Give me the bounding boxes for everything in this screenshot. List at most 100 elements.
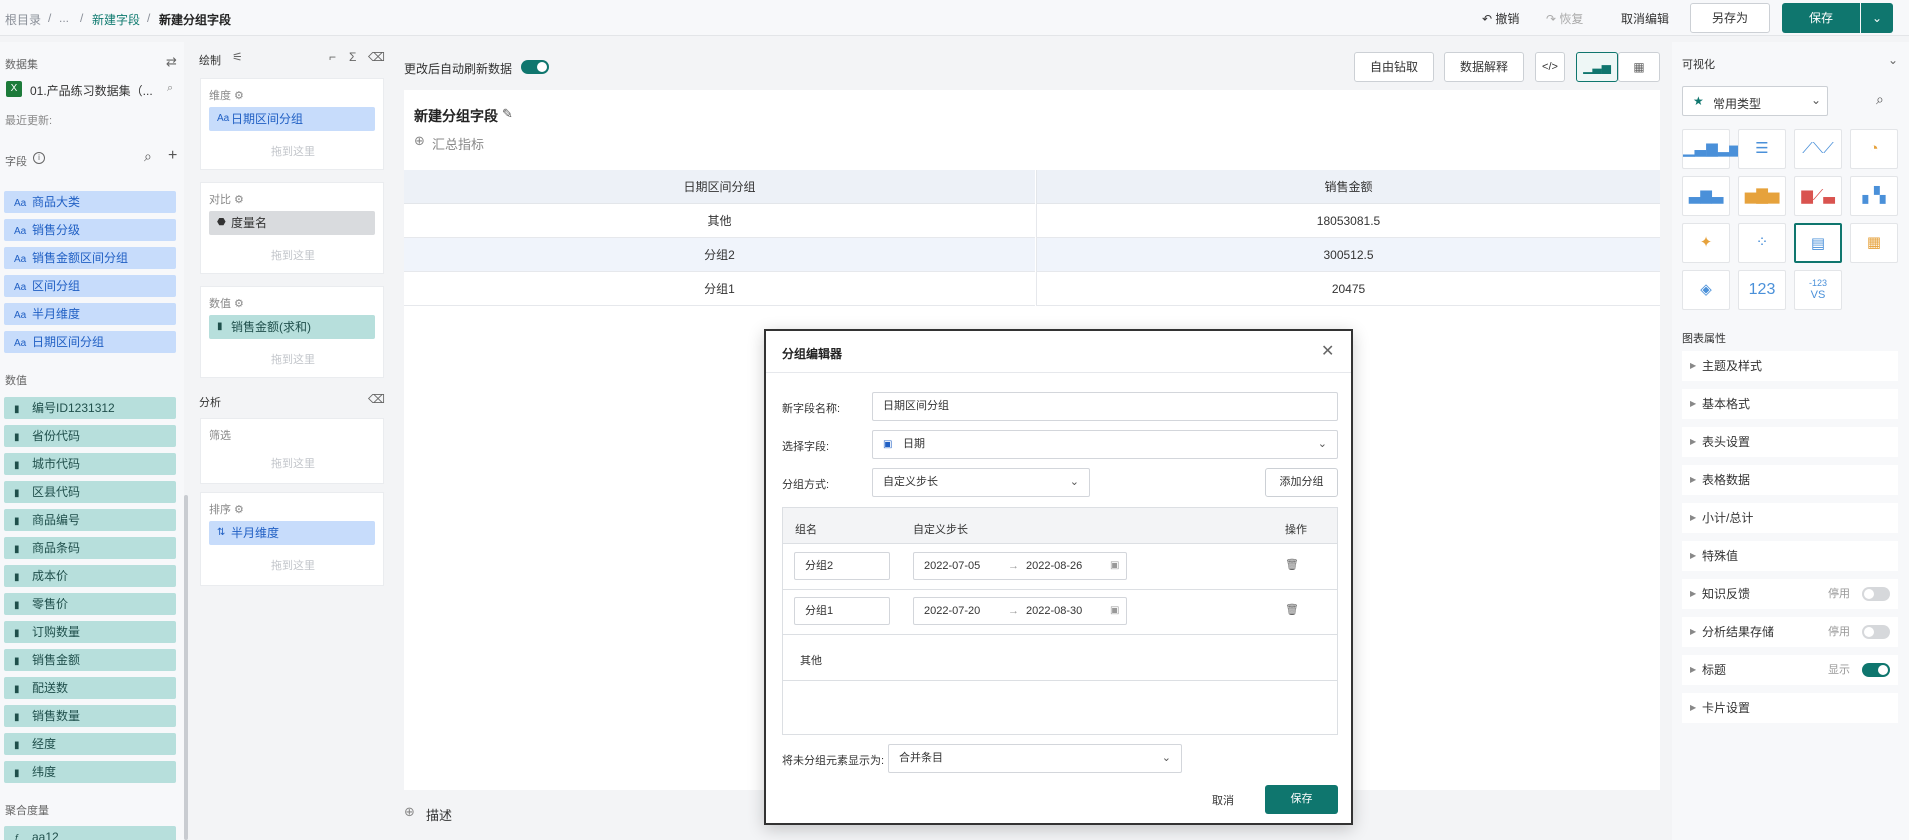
combo-chart-icon[interactable]: ▆⟋▃ xyxy=(1794,176,1842,216)
search-icon[interactable]: ⌕ xyxy=(1876,91,1884,108)
breadcrumb-parent[interactable]: 新建字段 xyxy=(92,11,140,28)
add-circle-icon[interactable]: ⊕ xyxy=(414,133,425,149)
date-range-input[interactable]: 2022-07-05 → 2022-08-26 ▣ xyxy=(913,552,1127,580)
property-row[interactable]: ▶ 小计/总计 xyxy=(1682,503,1898,533)
field-item[interactable]: ƒ aa12 xyxy=(4,826,176,840)
property-row[interactable]: ▶ 表格数据 xyxy=(1682,465,1898,495)
drop-zone[interactable]: 拖到这里 xyxy=(201,455,385,471)
drop-zone[interactable]: 拖到这里 xyxy=(201,247,385,263)
field-item[interactable]: ▮ 商品编号 xyxy=(4,509,176,531)
dimension-shelf[interactable]: 维度 ⚙ Aa 日期区间分组 拖到这里 xyxy=(200,78,384,170)
auto-refresh-toggle[interactable] xyxy=(521,60,549,74)
property-toggle[interactable] xyxy=(1862,587,1890,601)
table-cell[interactable]: 300512.5 xyxy=(1036,238,1660,272)
field-item[interactable]: ▮ 销售金额 xyxy=(4,649,176,671)
field-item[interactable]: ▮ 订购数量 xyxy=(4,621,176,643)
field-item[interactable]: Aa 商品大类 xyxy=(4,191,176,213)
field-item[interactable]: Aa 区间分组 xyxy=(4,275,176,297)
compare-pill[interactable]: ⬣ 度量名 xyxy=(209,211,375,235)
dialog-save-button[interactable]: 保存 xyxy=(1265,785,1338,814)
describe-link[interactable]: 描述 xyxy=(426,805,452,824)
drop-zone[interactable]: 拖到这里 xyxy=(201,143,385,159)
field-item[interactable]: ▮ 省份代码 xyxy=(4,425,176,447)
save-button[interactable]: 保存 xyxy=(1782,3,1860,33)
property-row[interactable]: ▶ 卡片设置 xyxy=(1682,693,1898,723)
add-group-button[interactable]: 添加分组 xyxy=(1265,468,1338,497)
undo-button[interactable]: ↶ 撤销 xyxy=(1482,6,1519,32)
close-icon[interactable]: ✕ xyxy=(1321,341,1334,361)
property-row[interactable]: ▶ 标题 显示 xyxy=(1682,655,1898,685)
property-toggle[interactable] xyxy=(1862,625,1890,639)
table-view-icon[interactable]: ▦ xyxy=(1618,52,1660,82)
settings-sliders-icon[interactable]: ⚟ xyxy=(232,50,243,64)
corner-icon[interactable]: ⌐ xyxy=(329,50,336,64)
switch-dataset-icon[interactable]: ⇄ xyxy=(166,54,177,70)
table-cell[interactable]: 其他 xyxy=(404,204,1035,238)
code-icon[interactable]: </> xyxy=(1535,52,1565,82)
table-header-cell[interactable]: 销售金额 xyxy=(1036,170,1660,204)
filter-shelf[interactable]: 筛选 拖到这里 xyxy=(200,418,384,484)
select-field-dropdown[interactable]: ▣ 日期 ⌄ xyxy=(872,430,1338,459)
property-row[interactable]: ▶ 表头设置 xyxy=(1682,427,1898,457)
chart-type-select[interactable]: ★ 常用类型 ⌄ xyxy=(1682,86,1828,116)
date-range-input[interactable]: 2022-07-20 → 2022-08-30 ▣ xyxy=(913,597,1127,625)
sort-pill[interactable]: ⇅ 半月维度 xyxy=(209,521,375,545)
sort-shelf[interactable]: 排序 ⚙ ⇅ 半月维度 拖到这里 xyxy=(200,492,384,586)
field-item[interactable]: Aa 销售金额区间分组 xyxy=(4,247,176,269)
map-icon[interactable]: ◈ xyxy=(1682,270,1730,310)
chevron-down-icon[interactable]: ⌄ xyxy=(1888,53,1898,67)
property-row[interactable]: ▶ 基本格式 xyxy=(1682,389,1898,419)
save-dropdown-button[interactable]: ⌄ xyxy=(1861,3,1893,33)
breadcrumb-ellipsis[interactable]: ... xyxy=(59,11,69,25)
compare-shelf[interactable]: 对比 ⚙ ⬣ 度量名 拖到这里 xyxy=(200,182,384,274)
drop-zone[interactable]: 拖到这里 xyxy=(201,557,385,573)
save-as-button[interactable]: 另存为 xyxy=(1690,3,1770,33)
field-item[interactable]: ▮ 纬度 xyxy=(4,761,176,783)
ungrouped-dropdown[interactable]: 合并条目 ⌄ xyxy=(888,744,1182,773)
sigma-icon[interactable]: Σ xyxy=(349,50,356,64)
data-explain-button[interactable]: 数据解释 xyxy=(1444,52,1524,82)
table-cell[interactable]: 20475 xyxy=(1036,272,1660,306)
field-name-input[interactable]: 日期区间分组 xyxy=(872,392,1338,421)
add-circle-icon[interactable]: ⊕ xyxy=(404,804,415,820)
comparison-card-icon[interactable]: -123 VS xyxy=(1794,270,1842,310)
info-icon[interactable]: i xyxy=(33,152,45,164)
cancel-edit-button[interactable]: 取消编辑 xyxy=(1621,6,1669,32)
sidebar-scrollbar[interactable] xyxy=(184,495,188,840)
field-item[interactable]: ▮ 区县代码 xyxy=(4,481,176,503)
drop-zone[interactable]: 拖到这里 xyxy=(201,351,385,367)
redo-button[interactable]: ↷ 恢复 xyxy=(1546,6,1583,32)
number-card-icon[interactable]: 123 xyxy=(1738,270,1786,310)
pivot-table-icon[interactable]: ▦ xyxy=(1850,223,1898,263)
field-item[interactable]: ▮ 零售价 xyxy=(4,593,176,615)
dataset-name[interactable]: 01.产品练习数据集（... xyxy=(30,82,153,99)
trash-icon[interactable]: 🗑 xyxy=(1285,558,1299,571)
property-row[interactable]: ▶ 主题及样式 xyxy=(1682,351,1898,381)
table-header-cell[interactable]: 日期区间分组 xyxy=(404,170,1035,204)
search-icon[interactable]: ⌕ xyxy=(144,148,152,165)
horizontal-bar-icon[interactable]: ☰ xyxy=(1738,129,1786,169)
waterfall-icon[interactable]: ▗▝▖ xyxy=(1850,176,1898,216)
field-item[interactable]: ▮ 经度 xyxy=(4,733,176,755)
breadcrumb-root[interactable]: 根目录 xyxy=(5,11,41,28)
pie-chart-icon[interactable]: ◔ xyxy=(1850,129,1898,169)
table-cell[interactable]: 分组2 xyxy=(404,238,1035,272)
field-item[interactable]: ▮ 销售数量 xyxy=(4,705,176,727)
trash-icon[interactable]: 🗑 xyxy=(1285,603,1299,616)
eraser-icon[interactable]: ⌫ xyxy=(368,392,385,406)
scatter-icon[interactable]: ⁘ xyxy=(1738,223,1786,263)
field-item[interactable]: ▮ 城市代码 xyxy=(4,453,176,475)
property-row[interactable]: ▶ 特殊值 xyxy=(1682,541,1898,571)
field-item[interactable]: ▮ 成本价 xyxy=(4,565,176,587)
dialog-cancel-button[interactable]: 取消 xyxy=(1212,792,1234,808)
property-toggle[interactable] xyxy=(1862,663,1890,677)
dataset-search-icon[interactable]: ⌕ xyxy=(167,82,173,95)
edit-icon[interactable]: ✎ xyxy=(502,106,513,122)
table-cell[interactable]: 18053081.5 xyxy=(1036,204,1660,238)
group-name-input[interactable]: 分组2 xyxy=(794,552,890,580)
bar-chart-icon[interactable]: ▁▃▆▂▅ xyxy=(1682,129,1741,169)
dimension-pill[interactable]: Aa 日期区间分组 xyxy=(209,107,375,131)
field-item[interactable]: Aa 日期区间分组 xyxy=(4,331,176,353)
values-pill[interactable]: ▮ 销售金额(求和) xyxy=(209,315,375,339)
property-row[interactable]: ▶ 分析结果存储 停用 xyxy=(1682,617,1898,647)
